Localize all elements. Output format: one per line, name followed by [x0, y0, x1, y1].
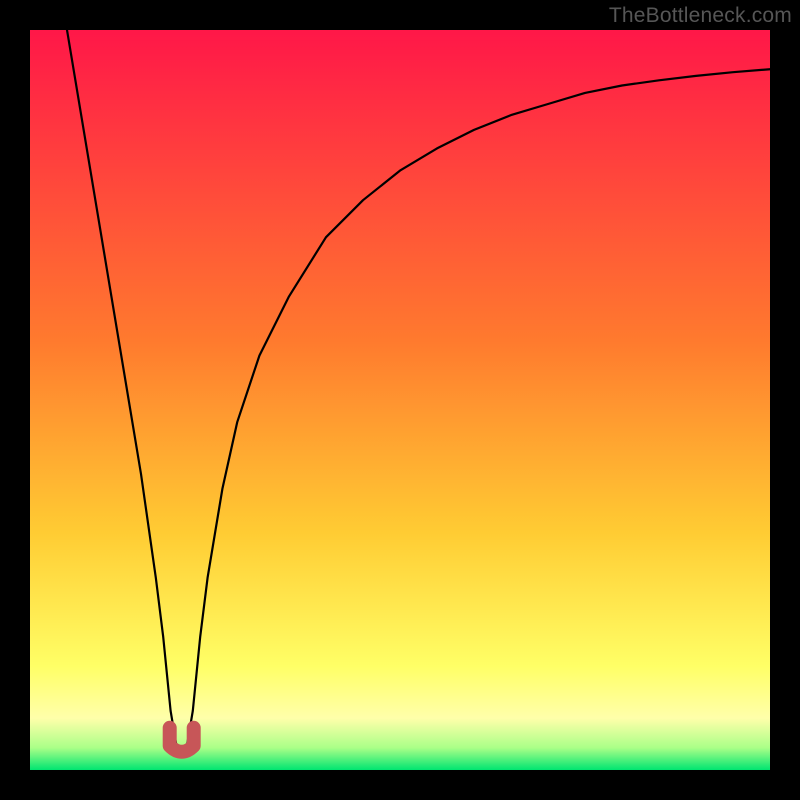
gradient-background — [30, 30, 770, 770]
chart-frame: TheBottleneck.com — [0, 0, 800, 800]
bottleneck-chart — [30, 30, 770, 770]
attribution-text: TheBottleneck.com — [609, 4, 792, 28]
